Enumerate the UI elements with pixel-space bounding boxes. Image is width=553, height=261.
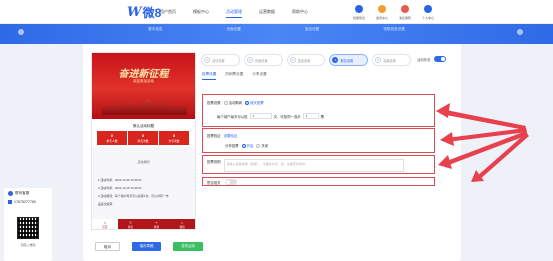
- tab-vote-settings[interactable]: 投票设置: [202, 72, 217, 80]
- notification-button[interactable]: 消息通知: [394, 5, 416, 20]
- member-button[interactable]: 会员中心: [371, 5, 393, 20]
- preview-tabbar: ⌂ 首页 ≡ 排名 + 参赛 ○ 我的: [92, 219, 195, 229]
- rule-line: 3.活动规则：每个用户每天可以投票1次，可以对同一作: [98, 194, 169, 198]
- radio-per-day[interactable]: [245, 100, 250, 105]
- nav-data[interactable]: 运营数据: [259, 9, 275, 18]
- sub-tabs: 投票设置 防刷票设置 分享设置: [202, 72, 276, 80]
- phone-icon: [8, 200, 12, 204]
- member-icon: [378, 5, 386, 13]
- banner-subtitle: 欢迎参加活动: [133, 79, 154, 83]
- tab-anti-fraud[interactable]: 防刷票设置: [225, 72, 243, 80]
- plus-icon: +: [155, 220, 158, 225]
- step-activity[interactable]: 1 活动设置: [201, 54, 240, 66]
- radio-share-on[interactable]: [241, 143, 246, 148]
- rule-line: 1.活动时间：2024-12-06 10:48:21: [98, 178, 142, 182]
- nav-home[interactable]: 用户首页: [160, 9, 176, 18]
- tab-share[interactable]: 分享设置: [252, 72, 266, 80]
- nav-help[interactable]: 帮助中心: [292, 9, 308, 18]
- preview-tab-join: + 参赛: [144, 219, 170, 229]
- top-navbar: W 微8 用户首页 模板中心 活动管理 运营数据 帮助中心 批量导出 会员中心 …: [0, 0, 553, 24]
- vote-count-input[interactable]: 1: [249, 113, 272, 119]
- preview-rule-title: 活动规则: [137, 160, 150, 164]
- stat-participants: 0 参与人数: [97, 131, 127, 145]
- arrow-4-head: [471, 170, 484, 182]
- nav-activity[interactable]: 活动管理: [226, 9, 242, 18]
- logo-text: 微8: [142, 5, 162, 20]
- radio-share-off[interactable]: [256, 143, 261, 148]
- step-page[interactable]: 2 页面设置: [243, 54, 283, 66]
- share-vote-row: 分享投票 开启 关闭: [225, 143, 269, 148]
- phone-number: 17675277780: [4, 196, 52, 204]
- home-icon: ⌂: [103, 220, 107, 225]
- headset-icon: [8, 191, 13, 196]
- logo-mark: W: [127, 4, 142, 20]
- contact-widget: 联系客服 17675277780 扫码二维码: [4, 188, 52, 261]
- activity-status-toggle[interactable]: [433, 56, 446, 62]
- header-icons: 批量导出 会员中心 消息通知 个人中心: [347, 5, 439, 20]
- rank-icon: ≡: [129, 220, 132, 225]
- band-step: 页面设置: [226, 27, 241, 31]
- qr-label: 扫码二维码: [20, 243, 36, 247]
- export-icon: [355, 5, 363, 13]
- description-row: 投票说明 请输入投票说明（选填），不超过50字，如：在规定时间内…: [207, 159, 404, 172]
- profile-button[interactable]: 个人中心: [417, 5, 439, 20]
- nav-templates[interactable]: 模板中心: [193, 9, 209, 18]
- mobile-preview: 奋进新征程 欢迎参加活动 默认活动标题 0 参与人数 0 浏览次数 0 分享次数 活动…: [91, 52, 196, 230]
- preview-tab-rank: ≡ 排名: [118, 219, 144, 229]
- skyline-graphic: [102, 98, 187, 115]
- publish-button[interactable]: 发布活动: [173, 242, 203, 251]
- same-candidate-input[interactable]: 1: [302, 113, 319, 119]
- save-draft-button[interactable]: 保存草稿: [131, 242, 162, 251]
- arrow-4: [476, 133, 529, 180]
- banner-title: 奋进新征程: [118, 69, 169, 80]
- band-step: 领取信息设置: [383, 27, 405, 31]
- band-steps: 基本信息 页面设置 奖品设置 领取信息设置: [0, 27, 553, 32]
- bottom-actions: 取消 保存草稿 发布活动: [95, 242, 215, 251]
- radio-activity-period[interactable]: [223, 100, 228, 105]
- step-signup[interactable]: 4 报名设置: [329, 54, 369, 66]
- vote-mode-section: 投票设置 活动期间 按天投票 每个用户每天可以投 1 次，可投同一选手 1 票: [202, 94, 435, 127]
- preview-title: 默认活动标题: [133, 124, 154, 128]
- verify-row: 投票验证 设置验证: [207, 133, 238, 138]
- rule-line: 品多次投票: [98, 202, 113, 206]
- preview-rules: 1.活动时间：2024-12-06 10:48:21 2.活动时间：2024-1…: [98, 178, 190, 210]
- editor-card: 奋进新征程 欢迎参加活动 默认活动标题 0 参与人数 0 浏览次数 0 分享次数 活动…: [83, 44, 461, 261]
- follow-toggle[interactable]: [224, 179, 237, 185]
- follow-row: 是否强关: [207, 179, 237, 185]
- vote-verify-section: 投票验证 设置验证 分享投票 开启 关闭: [202, 128, 435, 153]
- vote-mode-row: 投票设置 活动期间 按天投票: [207, 100, 264, 105]
- step-prize[interactable]: 3 奖品设置: [286, 54, 326, 66]
- contact-service[interactable]: 联系客服: [4, 188, 52, 196]
- band-step: 奖品设置: [304, 27, 320, 31]
- band-step: 基本信息: [148, 27, 163, 31]
- step-advanced[interactable]: 5 高级设置: [372, 54, 411, 66]
- preview-tab-mine: ○ 我的: [169, 219, 195, 229]
- preview-info: 默认活动标题 0 参与人数 0 浏览次数 0 分享次数: [92, 119, 195, 147]
- stat-views: 0 浏览次数: [128, 131, 158, 145]
- logo[interactable]: W 微8: [127, 4, 162, 20]
- setting-steps: 1 活动设置 2 页面设置 3 奖品设置 4 报名设置 5 高级设置: [201, 54, 415, 66]
- description-textarea[interactable]: 请输入投票说明（选填），不超过50字，如：在规定时间内…: [223, 159, 404, 172]
- rule-line: 2.活动时间：2024-12-15 10:48:21: [98, 186, 142, 190]
- follow-section: 是否强关: [202, 177, 435, 186]
- preview-banner: 奋进新征程 欢迎参加活动: [92, 53, 195, 119]
- preview-stats: 0 参与人数 0 浏览次数 0 分享次数: [97, 131, 190, 145]
- export-button[interactable]: 批量导出: [348, 5, 370, 20]
- qr-code: [17, 217, 39, 239]
- activity-status: 活动状态: [417, 56, 446, 62]
- bell-icon: [401, 5, 409, 13]
- preview-tab-home: ⌂ 首页: [92, 219, 118, 229]
- cancel-button[interactable]: 取消: [95, 242, 120, 251]
- user-icon: ○: [180, 220, 184, 225]
- vote-rule-row: 每个用户每天可以投 1 次，可投同一选手 1 票: [217, 113, 325, 119]
- user-icon: [424, 5, 432, 13]
- vote-description-section: 投票说明 请输入投票说明（选填），不超过50字，如：在规定时间内…: [202, 155, 435, 174]
- stat-shares: 0 分享次数: [159, 131, 189, 145]
- main-nav: 用户首页 模板中心 活动管理 运营数据 帮助中心: [160, 9, 325, 18]
- verify-settings-link[interactable]: 设置验证: [224, 133, 238, 138]
